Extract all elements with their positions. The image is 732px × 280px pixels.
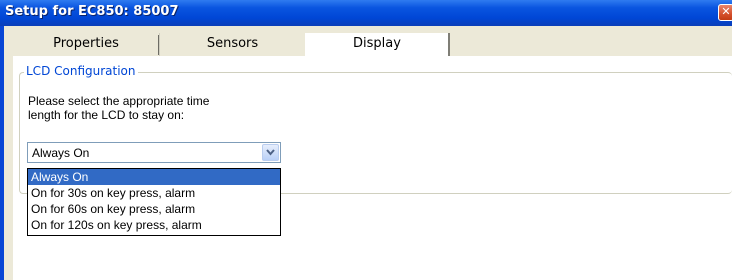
- prompt-line: length for the LCD to stay on:: [28, 108, 185, 122]
- close-icon: ✕: [721, 5, 731, 18]
- window-border: [0, 26, 4, 280]
- option-always-on[interactable]: Always On: [28, 169, 280, 185]
- dropdown-button[interactable]: [262, 144, 279, 161]
- group-legend: LCD Configuration: [24, 64, 138, 78]
- tab-label: Sensors: [206, 36, 259, 51]
- lcd-duration-options: Always On On for 30s on key press, alarm…: [27, 168, 281, 236]
- select-value: Always On: [32, 146, 90, 160]
- option-120s[interactable]: On for 120s on key press, alarm: [28, 217, 280, 233]
- prompt-line: Please select the appropriate time: [28, 94, 210, 108]
- tab-properties[interactable]: Properties: [13, 33, 159, 56]
- window-title: Setup for EC850: 85007: [5, 4, 179, 19]
- chevron-down-icon: [266, 149, 275, 156]
- lcd-duration-select[interactable]: Always On: [27, 142, 281, 163]
- title-bar[interactable]: Setup for EC850: 85007 ✕: [0, 0, 732, 26]
- option-60s[interactable]: On for 60s on key press, alarm: [28, 201, 280, 217]
- tab-strip: Properties Sensors Display: [13, 33, 732, 57]
- tab-sensors[interactable]: Sensors: [159, 33, 305, 56]
- tab-display[interactable]: Display: [305, 33, 450, 57]
- tab-label: Properties: [53, 36, 119, 51]
- lcd-prompt: Please select the appropriate time lengt…: [28, 94, 268, 122]
- tab-label: Display: [353, 36, 401, 51]
- close-button[interactable]: ✕: [718, 4, 732, 21]
- option-30s[interactable]: On for 30s on key press, alarm: [28, 185, 280, 201]
